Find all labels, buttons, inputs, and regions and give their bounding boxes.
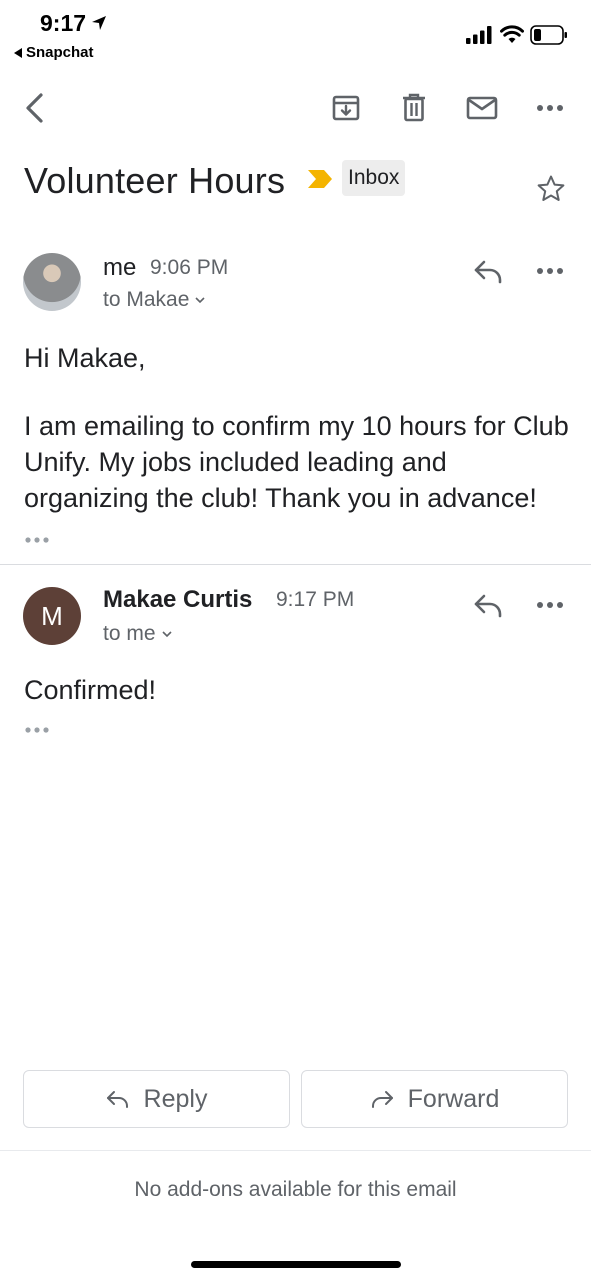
more-options-icon[interactable]: [532, 90, 568, 126]
recipient-details-toggle[interactable]: to Makae: [103, 288, 205, 312]
wifi-icon: [500, 25, 524, 43]
addons-message: No add-ons available for this email: [134, 1178, 457, 1201]
inbox-label-chip[interactable]: Inbox: [342, 160, 406, 196]
mark-unread-icon[interactable]: [464, 90, 500, 126]
message-body: Confirmed!: [24, 675, 157, 705]
message-time: 9:17 PM: [276, 588, 355, 611]
forward-button[interactable]: Forward: [301, 1070, 568, 1128]
home-indicator[interactable]: [191, 1261, 401, 1268]
sender-name: me: [103, 254, 137, 281]
reply-button-label: Reply: [143, 1084, 208, 1113]
message-more-icon[interactable]: [536, 600, 564, 610]
status-time: 9:17: [40, 10, 87, 36]
battery-icon: [530, 25, 567, 45]
forward-button-label: Forward: [407, 1084, 500, 1113]
email-message: M Makae Curtis 9:17 PM to me Confirmed!: [0, 566, 591, 766]
message-divider: [0, 564, 591, 565]
message-time: 9:06 PM: [150, 256, 229, 279]
reply-button[interactable]: Reply: [23, 1070, 290, 1128]
back-to-app-link[interactable]: Snapchat: [14, 44, 94, 61]
recipient-label: to me: [103, 622, 156, 645]
message-body: I am emailing to confirm my 10 hours for…: [24, 411, 569, 513]
sender-avatar-photo[interactable]: [23, 253, 81, 311]
cellular-signal-icon: [466, 26, 492, 44]
forward-icon: [371, 1091, 393, 1108]
reply-icon: [106, 1091, 128, 1108]
reply-icon[interactable]: [472, 258, 504, 284]
recipient-label: to Makae: [103, 288, 190, 311]
location-arrow-icon: [92, 16, 106, 30]
message-more-icon[interactable]: [536, 266, 564, 276]
chevron-down-icon: [195, 297, 205, 304]
sender-name: Makae Curtis: [103, 586, 253, 613]
message-greeting: Hi Makae,: [24, 343, 146, 373]
back-chevron-icon[interactable]: [16, 90, 52, 126]
show-trimmed-content-icon[interactable]: [24, 536, 50, 544]
footer-divider: [0, 1150, 591, 1151]
chevron-down-icon: [161, 631, 172, 638]
back-triangle-icon: [14, 47, 22, 58]
sender-avatar[interactable]: M: [23, 587, 81, 645]
back-app-label: Snapchat: [26, 44, 94, 61]
show-trimmed-content-icon[interactable]: [24, 726, 50, 734]
archive-icon[interactable]: [328, 90, 364, 126]
reply-icon[interactable]: [472, 592, 504, 618]
star-icon[interactable]: [536, 174, 566, 204]
trash-icon[interactable]: [396, 90, 432, 126]
email-message: me 9:06 PM to Makae Hi Makae, I am email…: [0, 248, 591, 564]
recipient-details-toggle[interactable]: to me: [103, 622, 172, 646]
email-subject: Volunteer Hours: [24, 160, 286, 201]
important-marker-icon[interactable]: [306, 168, 334, 190]
